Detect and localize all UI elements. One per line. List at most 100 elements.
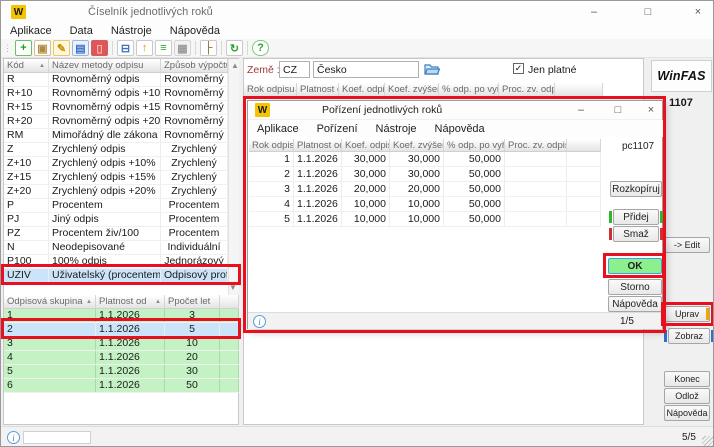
table-row[interactable]: R+15Rovnoměrný odpis +15%Rovnoměrný <box>4 101 228 115</box>
column-header[interactable] <box>220 295 239 308</box>
column-header[interactable]: % odp. po vyřaz. <box>439 83 499 96</box>
table-row[interactable]: 51.1.202610,00010,00050,000 <box>249 212 601 227</box>
konec-button[interactable]: Konec <box>664 371 710 387</box>
column-header[interactable]: Koef. odpisu <box>342 139 390 151</box>
menu-item-aplikace[interactable]: Aplikace <box>1 23 61 39</box>
table-row[interactable]: 41.1.202610,00010,00050,000 <box>249 197 601 212</box>
dialog-maximize-button[interactable]: □ <box>603 101 633 119</box>
menu-item-nástroje[interactable]: Nástroje <box>367 121 426 137</box>
ok-button[interactable]: OK <box>608 258 662 274</box>
minimize-button[interactable]: – <box>579 2 609 22</box>
table-cell <box>567 152 601 166</box>
table-cell: R+15 <box>4 101 49 114</box>
resize-grip[interactable] <box>702 436 714 447</box>
odloz-button[interactable]: Odlož <box>664 388 710 404</box>
dialog-minimize-button[interactable]: – <box>566 101 596 119</box>
table-row[interactable]: ZZrychlený odpisZrychlený <box>4 143 228 157</box>
column-header[interactable]: Proc. zv. odpisu <box>499 83 555 96</box>
column-header[interactable]: Platnost od <box>297 83 339 96</box>
column-header[interactable] <box>555 83 603 96</box>
table-row[interactable]: Z+15Zrychlený odpis +15%Zrychlený <box>4 171 228 185</box>
column-header[interactable]: Způsob výpočtu1 <box>161 59 228 72</box>
smaz-button[interactable]: Smaž <box>613 226 659 242</box>
column-header[interactable]: Platnost od▲ <box>96 295 165 308</box>
table-row[interactable]: 51.1.202630 <box>4 365 239 379</box>
country-code-input[interactable]: CZ <box>279 61 310 78</box>
column-header[interactable]: Ppočet let <box>165 295 220 308</box>
pridej-button[interactable]: Přidej <box>613 209 659 225</box>
column-header[interactable]: Kód▲ <box>4 59 49 72</box>
column-header[interactable]: Rok odpisu/ <box>244 83 297 96</box>
table-row[interactable]: PJJiný odpisProcentem <box>4 213 228 227</box>
storno-button[interactable]: Storno <box>608 279 662 295</box>
country-code-value: CZ <box>283 64 297 76</box>
menu-item-pořízení[interactable]: Pořízení <box>308 121 367 137</box>
only-valid-checkbox[interactable]: ✓ <box>513 63 524 74</box>
column-header[interactable]: Platnost od <box>294 139 342 151</box>
rozkopiruj-button[interactable]: Rozkopíruj <box>610 181 662 197</box>
table-row[interactable]: 31.1.202610 <box>4 337 239 351</box>
column-header[interactable]: Koef. odpisu <box>339 83 385 96</box>
menu-item-data[interactable]: Data <box>61 23 102 39</box>
table-row[interactable]: UZIVUživatelský (procentem)Odpisový prof… <box>4 269 228 283</box>
table-row[interactable]: Z+20Zrychlený odpis +20%Zrychlený <box>4 185 228 199</box>
column-header[interactable] <box>567 139 601 151</box>
menu-item-nápověda[interactable]: Nápověda <box>161 23 229 39</box>
table-row[interactable]: NNeodepisovanéIndividuální <box>4 241 228 255</box>
column-header[interactable]: % odp. po vyřaz. <box>444 139 505 151</box>
toolbar-grip[interactable]: ⋮ <box>3 43 11 54</box>
table-row[interactable]: RMMimořádný dle zákonaRovnoměrný <box>4 129 228 143</box>
refresh-icon[interactable]: ↻ <box>226 40 243 56</box>
close-button[interactable]: × <box>683 2 713 22</box>
detail-icon[interactable]: ▤ <box>72 40 89 56</box>
dialog-napoveda-button[interactable]: Nápověda <box>608 296 662 312</box>
table-row[interactable]: 21.1.202630,00030,00050,000 <box>249 167 601 182</box>
delete-icon[interactable]: ▯ <box>91 40 108 56</box>
maximize-button[interactable]: □ <box>633 2 663 22</box>
table-row[interactable]: 31.1.202620,00020,00050,000 <box>249 182 601 197</box>
tree-icon[interactable]: ├ <box>200 40 217 56</box>
column-header[interactable]: Rok odpisu <box>249 139 294 151</box>
table-row[interactable]: 41.1.202620 <box>4 351 239 365</box>
column-header[interactable]: Proc. zv. odpisu <box>505 139 567 151</box>
table-row[interactable]: 11.1.20263 <box>4 309 239 323</box>
list-icon[interactable]: ≡ <box>155 40 172 56</box>
menu-item-nástroje[interactable]: Nástroje <box>102 23 161 39</box>
table-row[interactable]: Z+10Zrychlený odpis +10%Zrychlený <box>4 157 228 171</box>
edit-button[interactable]: -> Edit <box>664 237 710 253</box>
table-row[interactable]: 61.1.202650 <box>4 379 239 393</box>
edit-icon[interactable]: ✎ <box>53 40 70 56</box>
scroll-up-icon[interactable]: ▲ <box>229 59 241 71</box>
table-row[interactable]: 11.1.202630,00030,00050,000 <box>249 152 601 167</box>
napoveda-button[interactable]: Nápověda <box>664 405 710 421</box>
print-icon[interactable]: ⊟ <box>117 40 134 56</box>
table-row[interactable]: PZProcentem živ/100Procentem <box>4 227 228 241</box>
table-cell: 3 <box>249 182 294 196</box>
column-header[interactable]: Koef. zvýšený <box>385 83 439 96</box>
table-row[interactable]: R+20Rovnoměrný odpis +20%Rovnoměrný <box>4 115 228 129</box>
table-row[interactable]: RRovnoměrný odpisRovnoměrný <box>4 73 228 87</box>
table-row[interactable]: PProcentemProcentem <box>4 199 228 213</box>
menu-item-nápověda[interactable]: Nápověda <box>426 121 494 137</box>
table-row[interactable]: 21.1.20265 <box>4 323 239 337</box>
add-icon[interactable]: + <box>15 40 32 56</box>
table-icon[interactable]: ▦ <box>174 40 191 56</box>
copy-icon[interactable]: ▣ <box>34 40 51 56</box>
uprav-button[interactable]: Uprav <box>664 306 710 322</box>
dialog-close-button[interactable]: × <box>636 101 666 119</box>
column-header[interactable]: Koef. zvýšený <box>390 139 444 151</box>
dialog-info-icon: i <box>253 315 266 328</box>
help-icon[interactable]: ? <box>252 40 269 56</box>
column-header[interactable]: Název metody odpisu <box>49 59 161 72</box>
zobraz-button[interactable]: Zobraz <box>668 328 710 344</box>
methods-scrollbar[interactable]: ▲ <box>228 59 239 295</box>
table-cell: 10,000 <box>390 212 444 226</box>
export-icon[interactable]: ↑ <box>136 40 153 56</box>
table-row[interactable]: R+10Rovnoměrný odpis +10%Rovnoměrný <box>4 87 228 101</box>
scroll-down-icon[interactable]: ▼ <box>227 281 239 293</box>
menu-item-aplikace[interactable]: Aplikace <box>248 121 308 137</box>
table-row[interactable]: P100100% odpisJednorázový <box>4 255 228 269</box>
open-folder-icon[interactable] <box>424 62 440 76</box>
column-header[interactable]: Odpisová skupina▲ <box>4 295 96 308</box>
country-name-input[interactable]: Česko <box>313 61 419 78</box>
